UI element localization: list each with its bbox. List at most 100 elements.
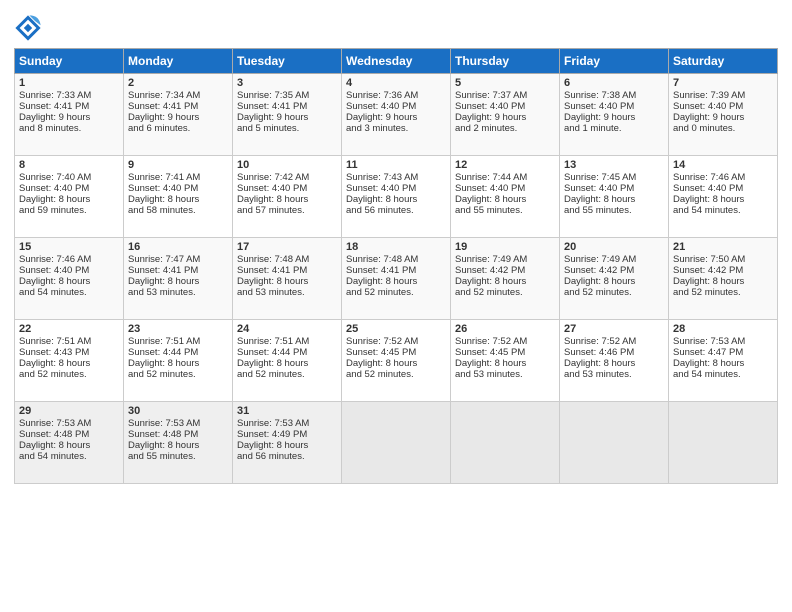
day-info: and 52 minutes. bbox=[346, 369, 446, 380]
day-info: Sunrise: 7:50 AM bbox=[673, 254, 773, 265]
day-info: Sunset: 4:41 PM bbox=[237, 101, 337, 112]
day-info: Daylight: 8 hours bbox=[455, 194, 555, 205]
day-info: Sunset: 4:44 PM bbox=[237, 347, 337, 358]
day-info: and 55 minutes. bbox=[128, 451, 228, 462]
week-row-1: 1Sunrise: 7:33 AMSunset: 4:41 PMDaylight… bbox=[15, 74, 778, 156]
day-number: 11 bbox=[346, 159, 446, 171]
day-cell: 16Sunrise: 7:47 AMSunset: 4:41 PMDayligh… bbox=[124, 238, 233, 320]
day-info: Daylight: 8 hours bbox=[564, 276, 664, 287]
day-info: Sunset: 4:40 PM bbox=[19, 183, 119, 194]
day-info: and 53 minutes. bbox=[128, 287, 228, 298]
day-info: and 5 minutes. bbox=[237, 123, 337, 134]
day-cell: 23Sunrise: 7:51 AMSunset: 4:44 PMDayligh… bbox=[124, 320, 233, 402]
day-info: Sunrise: 7:35 AM bbox=[237, 90, 337, 101]
day-info: Sunrise: 7:46 AM bbox=[19, 254, 119, 265]
day-info: Sunset: 4:40 PM bbox=[237, 183, 337, 194]
day-info: Sunrise: 7:36 AM bbox=[346, 90, 446, 101]
day-info: Sunset: 4:40 PM bbox=[455, 101, 555, 112]
day-info: Daylight: 8 hours bbox=[128, 276, 228, 287]
day-info: Sunset: 4:40 PM bbox=[455, 183, 555, 194]
day-info: Sunset: 4:42 PM bbox=[455, 265, 555, 276]
day-cell: 21Sunrise: 7:50 AMSunset: 4:42 PMDayligh… bbox=[669, 238, 778, 320]
day-cell: 6Sunrise: 7:38 AMSunset: 4:40 PMDaylight… bbox=[560, 74, 669, 156]
day-cell: 28Sunrise: 7:53 AMSunset: 4:47 PMDayligh… bbox=[669, 320, 778, 402]
day-info: Daylight: 8 hours bbox=[19, 276, 119, 287]
day-info: Sunrise: 7:49 AM bbox=[564, 254, 664, 265]
header-row: SundayMondayTuesdayWednesdayThursdayFrid… bbox=[15, 49, 778, 74]
day-info: and 57 minutes. bbox=[237, 205, 337, 216]
day-info: and 53 minutes. bbox=[237, 287, 337, 298]
page-container: SundayMondayTuesdayWednesdayThursdayFrid… bbox=[0, 0, 792, 612]
day-number: 17 bbox=[237, 241, 337, 253]
day-info: Daylight: 9 hours bbox=[564, 112, 664, 123]
day-number: 13 bbox=[564, 159, 664, 171]
day-info: Sunrise: 7:41 AM bbox=[128, 172, 228, 183]
day-info: Sunset: 4:46 PM bbox=[564, 347, 664, 358]
day-number: 29 bbox=[19, 405, 119, 417]
day-number: 31 bbox=[237, 405, 337, 417]
day-info: Daylight: 8 hours bbox=[19, 358, 119, 369]
day-number: 27 bbox=[564, 323, 664, 335]
day-number: 10 bbox=[237, 159, 337, 171]
day-info: Daylight: 8 hours bbox=[346, 194, 446, 205]
day-info: Sunrise: 7:52 AM bbox=[346, 336, 446, 347]
day-info: and 54 minutes. bbox=[673, 205, 773, 216]
week-row-4: 22Sunrise: 7:51 AMSunset: 4:43 PMDayligh… bbox=[15, 320, 778, 402]
day-info: Sunset: 4:45 PM bbox=[455, 347, 555, 358]
day-info: Daylight: 8 hours bbox=[128, 358, 228, 369]
day-number: 23 bbox=[128, 323, 228, 335]
day-cell bbox=[560, 402, 669, 484]
day-info: Daylight: 8 hours bbox=[564, 194, 664, 205]
day-info: Daylight: 9 hours bbox=[128, 112, 228, 123]
day-info: Sunset: 4:40 PM bbox=[673, 183, 773, 194]
day-info: and 52 minutes. bbox=[346, 287, 446, 298]
day-info: Sunrise: 7:34 AM bbox=[128, 90, 228, 101]
day-info: Sunset: 4:41 PM bbox=[346, 265, 446, 276]
day-number: 19 bbox=[455, 241, 555, 253]
day-number: 7 bbox=[673, 77, 773, 89]
day-info: and 52 minutes. bbox=[19, 369, 119, 380]
day-cell: 12Sunrise: 7:44 AMSunset: 4:40 PMDayligh… bbox=[451, 156, 560, 238]
day-info: Sunrise: 7:53 AM bbox=[237, 418, 337, 429]
day-info: Daylight: 9 hours bbox=[455, 112, 555, 123]
day-info: Sunset: 4:45 PM bbox=[346, 347, 446, 358]
day-cell: 20Sunrise: 7:49 AMSunset: 4:42 PMDayligh… bbox=[560, 238, 669, 320]
day-info: and 2 minutes. bbox=[455, 123, 555, 134]
day-info: Sunrise: 7:42 AM bbox=[237, 172, 337, 183]
day-info: Daylight: 8 hours bbox=[346, 276, 446, 287]
header-saturday: Saturday bbox=[669, 49, 778, 74]
day-cell: 26Sunrise: 7:52 AMSunset: 4:45 PMDayligh… bbox=[451, 320, 560, 402]
day-info: Daylight: 8 hours bbox=[455, 276, 555, 287]
day-cell: 11Sunrise: 7:43 AMSunset: 4:40 PMDayligh… bbox=[342, 156, 451, 238]
day-info: and 0 minutes. bbox=[673, 123, 773, 134]
day-info: Daylight: 8 hours bbox=[455, 358, 555, 369]
day-info: Daylight: 9 hours bbox=[19, 112, 119, 123]
day-info: Daylight: 8 hours bbox=[128, 194, 228, 205]
day-cell: 2Sunrise: 7:34 AMSunset: 4:41 PMDaylight… bbox=[124, 74, 233, 156]
day-info: and 52 minutes. bbox=[564, 287, 664, 298]
week-row-5: 29Sunrise: 7:53 AMSunset: 4:48 PMDayligh… bbox=[15, 402, 778, 484]
day-cell: 31Sunrise: 7:53 AMSunset: 4:49 PMDayligh… bbox=[233, 402, 342, 484]
day-number: 30 bbox=[128, 405, 228, 417]
day-info: and 52 minutes. bbox=[455, 287, 555, 298]
day-cell: 7Sunrise: 7:39 AMSunset: 4:40 PMDaylight… bbox=[669, 74, 778, 156]
header-monday: Monday bbox=[124, 49, 233, 74]
logo-icon bbox=[14, 14, 42, 42]
day-number: 6 bbox=[564, 77, 664, 89]
day-number: 26 bbox=[455, 323, 555, 335]
day-info: Sunset: 4:49 PM bbox=[237, 429, 337, 440]
header-friday: Friday bbox=[560, 49, 669, 74]
day-cell: 18Sunrise: 7:48 AMSunset: 4:41 PMDayligh… bbox=[342, 238, 451, 320]
day-info: Sunset: 4:42 PM bbox=[673, 265, 773, 276]
day-info: Daylight: 9 hours bbox=[346, 112, 446, 123]
day-info: Sunrise: 7:40 AM bbox=[19, 172, 119, 183]
day-number: 22 bbox=[19, 323, 119, 335]
day-info: Daylight: 8 hours bbox=[19, 440, 119, 451]
day-info: and 52 minutes. bbox=[237, 369, 337, 380]
day-cell bbox=[669, 402, 778, 484]
day-cell: 27Sunrise: 7:52 AMSunset: 4:46 PMDayligh… bbox=[560, 320, 669, 402]
day-info: and 54 minutes. bbox=[19, 451, 119, 462]
day-info: Daylight: 8 hours bbox=[673, 194, 773, 205]
header-thursday: Thursday bbox=[451, 49, 560, 74]
day-info: Sunrise: 7:52 AM bbox=[455, 336, 555, 347]
